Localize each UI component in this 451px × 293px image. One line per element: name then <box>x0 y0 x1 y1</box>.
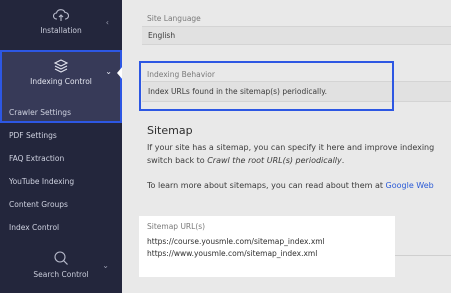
sitemap-line2-suffix: . <box>341 156 345 165</box>
sidebar: Installation ‹ Indexing Control ⌄ Crawle… <box>0 0 123 293</box>
cloud-upload-icon <box>53 9 69 21</box>
sitemap-urls-label: Sitemap URL(s) <box>147 222 206 231</box>
indexing-behavior-highlight <box>139 61 394 111</box>
sitemap-url: https://www.yousmle.com/sitemap_index.xm… <box>147 249 318 258</box>
sidebar-item-youtube-indexing[interactable]: YouTube Indexing <box>9 177 74 186</box>
sidebar-item-faq-extraction[interactable]: FAQ Extraction <box>9 154 64 163</box>
sitemap-urls-field[interactable]: Sitemap URL(s) https://course.yousmle.co… <box>139 216 395 277</box>
sitemap-line3-prefix: To learn more about sitemaps, you can re… <box>147 181 386 190</box>
sitemap-line2-option: Crawl the root URL(s) periodically <box>207 156 342 165</box>
google-webmaster-link[interactable]: Google Web <box>386 181 434 190</box>
sitemap-description-line2: switch back to Crawl the root URL(s) per… <box>147 156 344 165</box>
chevron-down-icon[interactable]: ⌄ <box>102 261 109 270</box>
nav-installation-label: Installation <box>40 26 82 35</box>
sitemap-description-line3: To learn more about sitemaps, you can re… <box>147 181 434 190</box>
site-language-label: Site Language <box>147 14 201 23</box>
nav-installation[interactable]: Installation <box>0 8 122 35</box>
main-panel: Site Language English Indexing Behavior … <box>122 0 451 293</box>
sitemap-urls-underline <box>395 255 451 256</box>
site-language-select[interactable]: English <box>142 26 451 45</box>
search-icon <box>54 251 68 265</box>
sidebar-item-pdf-settings[interactable]: PDF Settings <box>9 131 57 140</box>
layers-icon <box>53 59 69 73</box>
chevron-down-icon[interactable]: ⌄ <box>105 67 112 76</box>
sidebar-item-crawler-settings[interactable]: Crawler Settings <box>9 108 71 117</box>
sitemap-title: Sitemap <box>147 124 193 137</box>
nav-search-control-label: Search Control <box>33 270 89 279</box>
site-language-value: English <box>148 31 176 40</box>
sidebar-item-content-groups[interactable]: Content Groups <box>9 200 68 209</box>
sidebar-item-index-control[interactable]: Index Control <box>9 223 59 232</box>
sitemap-line2-prefix: switch back to <box>147 156 208 165</box>
sitemap-description-line1: If your site has a sitemap, you can spec… <box>147 143 435 152</box>
sitemap-url: https://course.yousmle.com/sitemap_index… <box>147 237 325 246</box>
nav-indexing-control-label: Indexing Control <box>30 77 92 86</box>
chevron-left-icon[interactable]: ‹ <box>106 18 109 27</box>
